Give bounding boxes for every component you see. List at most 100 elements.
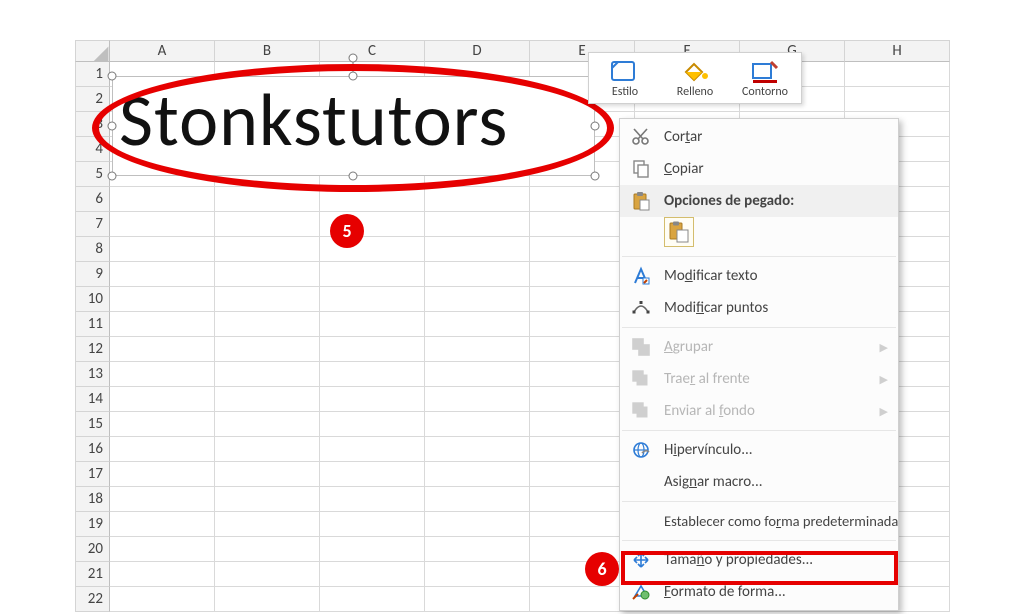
select-all-corner[interactable] bbox=[75, 40, 110, 62]
cell[interactable] bbox=[320, 587, 425, 612]
row-header-7[interactable]: 7 bbox=[75, 212, 110, 237]
column-header-D[interactable]: D bbox=[425, 40, 530, 62]
row-header-20[interactable]: 20 bbox=[75, 537, 110, 562]
cell[interactable] bbox=[215, 262, 320, 287]
paste-option-default[interactable] bbox=[664, 217, 694, 247]
cell[interactable] bbox=[215, 387, 320, 412]
cell[interactable] bbox=[215, 587, 320, 612]
cell[interactable] bbox=[110, 287, 215, 312]
row-header-6[interactable]: 6 bbox=[75, 187, 110, 212]
cell[interactable] bbox=[425, 537, 530, 562]
menu-format-shape[interactable]: Formato de forma... bbox=[620, 576, 898, 608]
cell[interactable] bbox=[215, 187, 320, 212]
cell[interactable] bbox=[215, 212, 320, 237]
cell[interactable] bbox=[425, 337, 530, 362]
cell[interactable] bbox=[215, 287, 320, 312]
column-header-H[interactable]: H bbox=[845, 40, 950, 62]
cell[interactable] bbox=[845, 62, 950, 87]
cell[interactable] bbox=[425, 412, 530, 437]
cell[interactable] bbox=[215, 362, 320, 387]
cell[interactable] bbox=[110, 187, 215, 212]
menu-edit-points[interactable]: Modificar puntos bbox=[620, 292, 898, 324]
cell[interactable] bbox=[425, 187, 530, 212]
menu-size-props[interactable]: Tamaño y propiedades... bbox=[620, 544, 898, 576]
cell[interactable] bbox=[425, 312, 530, 337]
menu-copy[interactable]: Copiar bbox=[620, 153, 898, 185]
menu-assign-macro[interactable]: Asignar macro... bbox=[620, 466, 898, 498]
cell[interactable] bbox=[215, 537, 320, 562]
column-header-C[interactable]: C bbox=[320, 40, 425, 62]
row-header-10[interactable]: 10 bbox=[75, 287, 110, 312]
cell[interactable] bbox=[110, 462, 215, 487]
cell[interactable] bbox=[215, 437, 320, 462]
row-header-18[interactable]: 18 bbox=[75, 487, 110, 512]
cell[interactable] bbox=[110, 337, 215, 362]
rotation-handle[interactable] bbox=[349, 54, 358, 63]
cell[interactable] bbox=[320, 287, 425, 312]
row-header-1[interactable]: 1 bbox=[75, 62, 110, 87]
handle-ml[interactable] bbox=[108, 122, 117, 131]
cell[interactable] bbox=[215, 462, 320, 487]
cell[interactable] bbox=[110, 587, 215, 612]
cell[interactable] bbox=[110, 562, 215, 587]
menu-edit-text[interactable]: Modificar texto bbox=[620, 260, 898, 292]
cell[interactable] bbox=[110, 237, 215, 262]
cell[interactable] bbox=[320, 412, 425, 437]
mini-style-button[interactable]: Estilo bbox=[597, 57, 653, 99]
menu-set-default[interactable]: Establecer como forma predeterminada bbox=[620, 505, 898, 537]
row-header-13[interactable]: 13 bbox=[75, 362, 110, 387]
menu-hyperlink[interactable]: Hipervínculo... bbox=[620, 434, 898, 466]
row-header-4[interactable]: 4 bbox=[75, 137, 110, 162]
cell[interactable] bbox=[320, 562, 425, 587]
cell[interactable] bbox=[425, 562, 530, 587]
cell[interactable] bbox=[425, 237, 530, 262]
cell[interactable] bbox=[425, 487, 530, 512]
handle-bm[interactable] bbox=[349, 172, 358, 181]
mini-outline-button[interactable]: Contorno bbox=[737, 57, 793, 99]
mini-fill-button[interactable]: Relleno bbox=[667, 57, 723, 99]
cell[interactable] bbox=[110, 487, 215, 512]
cell[interactable] bbox=[845, 87, 950, 112]
cell[interactable] bbox=[425, 287, 530, 312]
cell[interactable] bbox=[320, 487, 425, 512]
cell[interactable] bbox=[215, 487, 320, 512]
handle-bl[interactable] bbox=[108, 172, 117, 181]
column-header-A[interactable]: A bbox=[110, 40, 215, 62]
cell[interactable] bbox=[110, 437, 215, 462]
menu-cut[interactable]: Cortar bbox=[620, 121, 898, 153]
cell[interactable] bbox=[320, 462, 425, 487]
row-header-22[interactable]: 22 bbox=[75, 587, 110, 612]
handle-tl[interactable] bbox=[108, 72, 117, 81]
text-box-shape[interactable]: Stonkstutors bbox=[112, 76, 595, 176]
cell[interactable] bbox=[320, 212, 425, 237]
handle-tm[interactable] bbox=[349, 72, 358, 81]
cell[interactable] bbox=[320, 387, 425, 412]
cell[interactable] bbox=[320, 337, 425, 362]
cell[interactable] bbox=[425, 262, 530, 287]
cell[interactable] bbox=[110, 387, 215, 412]
row-header-11[interactable]: 11 bbox=[75, 312, 110, 337]
row-header-5[interactable]: 5 bbox=[75, 162, 110, 187]
column-header-B[interactable]: B bbox=[215, 40, 320, 62]
handle-mr[interactable] bbox=[591, 122, 600, 131]
cell[interactable] bbox=[320, 237, 425, 262]
cell[interactable] bbox=[320, 512, 425, 537]
cell[interactable] bbox=[320, 262, 425, 287]
cell[interactable] bbox=[110, 537, 215, 562]
cell[interactable] bbox=[425, 387, 530, 412]
row-header-14[interactable]: 14 bbox=[75, 387, 110, 412]
row-header-16[interactable]: 16 bbox=[75, 437, 110, 462]
cell[interactable] bbox=[110, 262, 215, 287]
row-header-17[interactable]: 17 bbox=[75, 462, 110, 487]
cell[interactable] bbox=[320, 187, 425, 212]
cell[interactable] bbox=[215, 237, 320, 262]
row-header-9[interactable]: 9 bbox=[75, 262, 110, 287]
cell[interactable] bbox=[215, 512, 320, 537]
cell[interactable] bbox=[425, 362, 530, 387]
cell[interactable] bbox=[110, 512, 215, 537]
cell[interactable] bbox=[320, 437, 425, 462]
cell[interactable] bbox=[425, 437, 530, 462]
row-header-2[interactable]: 2 bbox=[75, 87, 110, 112]
row-header-19[interactable]: 19 bbox=[75, 512, 110, 537]
cell[interactable] bbox=[110, 212, 215, 237]
